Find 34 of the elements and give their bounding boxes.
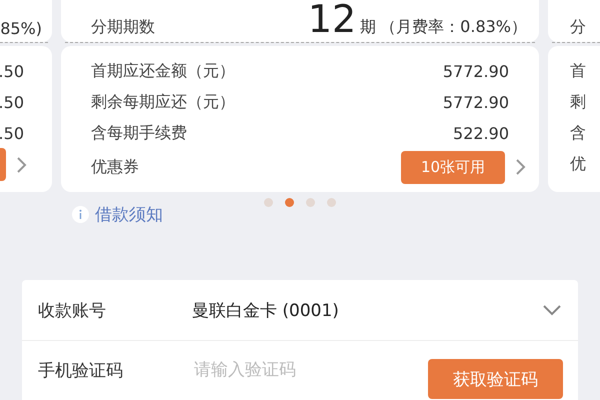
page-dot[interactable] (285, 198, 294, 207)
account-label: 收款账号 (38, 300, 107, 322)
amount-value: .50 (0, 62, 24, 81)
row-label: 剩 (570, 92, 586, 113)
notice-link[interactable]: 借款须知 (95, 203, 163, 226)
page-dot[interactable] (264, 198, 273, 207)
chevron-right-icon[interactable] (16, 156, 28, 174)
chevron-right-icon[interactable] (515, 158, 527, 176)
amount-value: .50 (0, 93, 24, 112)
amount-value: 5772.90 (442, 62, 509, 81)
row-label: 优 (570, 154, 586, 175)
coupon-label: 优惠券 (91, 156, 139, 178)
info-icon (72, 206, 89, 223)
row-label: 含每期手续费 (91, 123, 187, 144)
row-label: 剩余每期应还（元） (91, 92, 235, 113)
account-value[interactable]: 曼联白金卡 (0001) (192, 298, 542, 322)
term-number: 12 (308, 0, 356, 38)
row-label: 含 (570, 123, 586, 144)
coupon-button[interactable]: 10张可用 (401, 150, 505, 184)
amount-value: 5772.90 (442, 93, 509, 112)
get-code-button[interactable]: 获取验证码 (428, 359, 563, 399)
page-dot[interactable] (327, 198, 336, 207)
amount-value: .50 (0, 124, 24, 143)
chevron-down-icon[interactable] (542, 304, 562, 316)
term-label: 分 (570, 17, 586, 38)
term-label: 分期期数 (91, 17, 155, 38)
code-label: 手机验证码 (38, 360, 124, 382)
amount-value: 522.90 (453, 124, 509, 143)
page-dot[interactable] (306, 198, 315, 207)
rate-text: 85%) (0, 19, 42, 38)
rate-text: （月费率：0.83%） (380, 17, 527, 38)
term-unit: 期 (360, 17, 376, 38)
row-label: 首 (570, 61, 586, 82)
row-label: 首期应还金额（元） (91, 61, 235, 82)
